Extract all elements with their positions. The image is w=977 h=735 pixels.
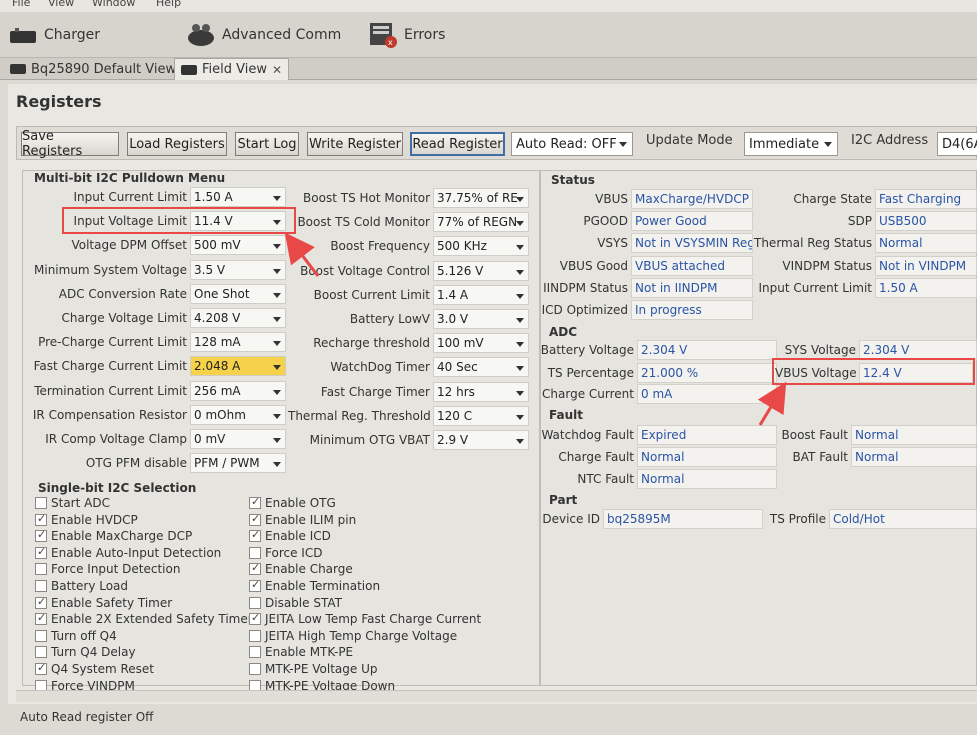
arrow-vbus-voltage (757, 381, 787, 426)
horizontal-scrollbar[interactable] (16, 690, 977, 702)
status-bar: Auto Read register Off (20, 710, 154, 724)
annotation-arrows (284, 232, 787, 426)
arrow-input-voltage (284, 232, 320, 277)
